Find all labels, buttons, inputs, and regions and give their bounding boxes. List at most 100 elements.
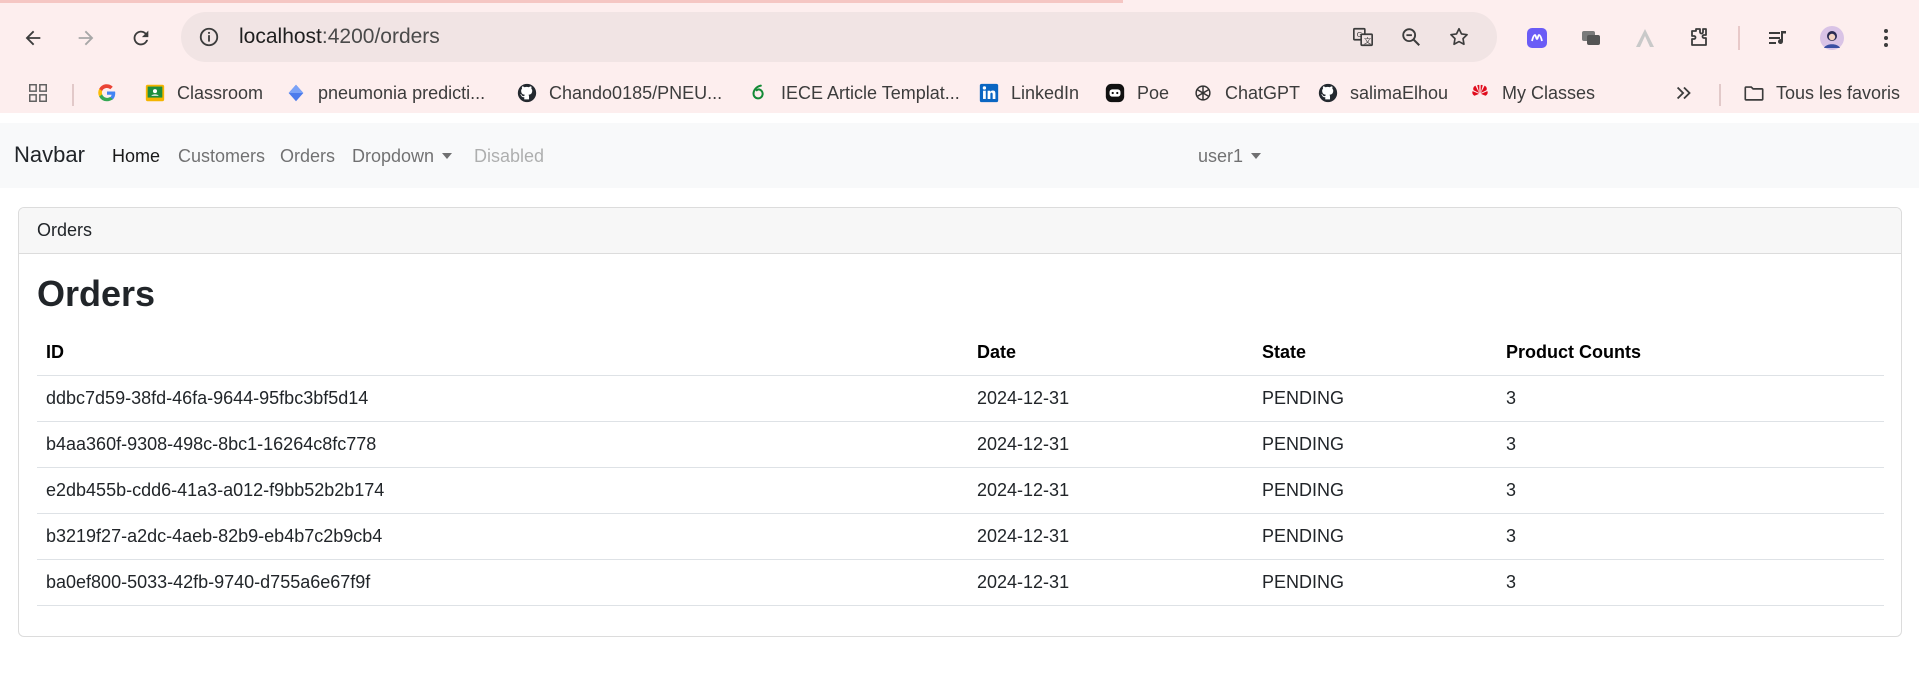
profile-button[interactable] xyxy=(1812,18,1852,58)
bookmark-pneumonia[interactable]: pneumonia predicti... xyxy=(284,77,485,109)
reload-button[interactable] xyxy=(121,18,161,58)
bookmark-label: ChatGPT xyxy=(1225,82,1301,103)
card-header: Orders xyxy=(19,208,1901,254)
address-bar[interactable]: localhost:4200/orders G 文 xyxy=(181,12,1497,62)
svg-text:G: G xyxy=(1357,30,1363,39)
all-bookmarks-label: Tous les favoris xyxy=(1776,82,1901,103)
bookmarks-divider xyxy=(1719,84,1721,106)
order-product-count: 3 xyxy=(1497,467,1884,515)
nav-link-home[interactable]: Home xyxy=(112,146,160,167)
order-date: 2024-12-31 xyxy=(968,513,1253,561)
user-name: user1 xyxy=(1198,146,1244,166)
diamond-icon xyxy=(284,81,308,105)
bookmark-label: salimaElhou xyxy=(1350,82,1449,103)
bookmark-google[interactable] xyxy=(95,77,129,109)
huawei-icon xyxy=(1468,81,1492,105)
nav-dropdown[interactable]: Dropdown xyxy=(352,146,453,167)
monica-icon xyxy=(1527,28,1547,48)
nav-link-customers[interactable]: Customers xyxy=(178,146,265,167)
github-icon xyxy=(515,81,539,105)
order-product-count: 3 xyxy=(1497,375,1884,423)
linkedin-icon xyxy=(977,81,1001,105)
bookmark-poe[interactable]: Poe xyxy=(1103,77,1169,109)
bookmark-salima[interactable]: salimaElhou xyxy=(1316,77,1448,109)
classroom-icon xyxy=(143,81,167,105)
extensions-button[interactable] xyxy=(1679,18,1719,58)
bookmarks-divider xyxy=(72,84,74,106)
info-icon xyxy=(199,27,219,47)
zoom-button[interactable] xyxy=(1391,17,1431,57)
navbar-brand[interactable]: Navbar xyxy=(14,142,85,168)
bookmark-chando[interactable]: Chando0185/PNEU... xyxy=(515,77,722,109)
translate-icon: G 文 xyxy=(1353,27,1373,47)
menu-button[interactable] xyxy=(1866,18,1906,58)
chatgpt-icon xyxy=(1191,81,1215,105)
table-row: b4aa360f-9308-498c-8bc1-16264c8fc778 202… xyxy=(37,421,1884,469)
bookmark-label: IECE Article Templat... xyxy=(781,82,960,103)
bookmark-classroom[interactable]: Classroom xyxy=(143,77,263,109)
order-id: b4aa360f-9308-498c-8bc1-16264c8fc778 xyxy=(37,421,968,469)
forward-button[interactable] xyxy=(66,18,106,58)
extension-grammar-button[interactable] xyxy=(1625,18,1665,58)
apps-button[interactable] xyxy=(26,77,60,109)
more-vert-icon xyxy=(1884,29,1888,47)
orders-card: Orders Orders ID Date State Product Coun… xyxy=(18,207,1902,637)
arrow-right-icon xyxy=(78,30,94,46)
triangle-logo-icon xyxy=(1636,29,1654,47)
order-date: 2024-12-31 xyxy=(968,559,1253,607)
star-icon xyxy=(1450,27,1468,46)
order-id: b3219f27-a2dc-4aeb-82b9-eb4b7c2b9cb4 xyxy=(37,513,968,561)
bookmark-iece[interactable]: IECE Article Templat... xyxy=(747,77,960,109)
app-navbar: Navbar Home Customers Orders Dropdown Di… xyxy=(0,123,1919,188)
extension-chat-button[interactable] xyxy=(1571,18,1611,58)
apps-grid-icon xyxy=(26,81,50,105)
order-id: ddbc7d59-38fd-46fa-9644-95fbc3bf5d14 xyxy=(37,375,968,423)
order-date: 2024-12-31 xyxy=(968,467,1253,515)
column-header-product-counts: Product Counts xyxy=(1497,327,1884,377)
playlist-icon xyxy=(1769,31,1786,45)
user-dropdown[interactable]: user1 xyxy=(1198,146,1262,167)
site-info-button[interactable] xyxy=(187,15,231,59)
url-host: localhost xyxy=(239,25,322,48)
github-icon xyxy=(1316,81,1340,105)
arrow-left-icon xyxy=(25,30,41,46)
order-state: PENDING xyxy=(1253,375,1497,423)
all-bookmarks-button[interactable]: Tous les favoris xyxy=(1742,77,1900,109)
order-date: 2024-12-31 xyxy=(968,421,1253,469)
translate-button[interactable]: G 文 xyxy=(1343,17,1383,57)
bookmark-label: pneumonia predicti... xyxy=(318,82,486,103)
bookmarks-overflow-button[interactable] xyxy=(1672,77,1706,109)
table-row: ba0ef800-5033-42fb-9740-d755a6e67f9f 202… xyxy=(37,559,1884,607)
bookmark-label: Chando0185/PNEU... xyxy=(549,82,723,103)
order-state: PENDING xyxy=(1253,513,1497,561)
order-state: PENDING xyxy=(1253,467,1497,515)
bookmark-star-button[interactable] xyxy=(1439,17,1479,57)
order-product-count: 3 xyxy=(1497,513,1884,561)
nav-link-disabled: Disabled xyxy=(474,146,545,166)
back-button[interactable] xyxy=(13,18,53,58)
bookmark-label: LinkedIn xyxy=(1011,82,1080,103)
reload-icon xyxy=(133,30,149,46)
poe-icon xyxy=(1103,81,1127,105)
chat-bubbles-icon xyxy=(1582,31,1600,45)
svg-text:文: 文 xyxy=(1364,36,1372,45)
url-text: localhost:4200/orders xyxy=(239,25,440,49)
order-id: ba0ef800-5033-42fb-9740-d755a6e67f9f xyxy=(37,559,968,607)
bookmark-chatgpt[interactable]: ChatGPT xyxy=(1191,77,1300,109)
bookmark-my-classes[interactable]: My Classes xyxy=(1468,77,1595,109)
caret-down-icon xyxy=(1251,153,1262,159)
url-path: :4200/orders xyxy=(321,25,440,48)
nav-link-orders[interactable]: Orders xyxy=(280,146,335,167)
order-id: e2db455b-cdd6-41a3-a012-f9bb52b2b174 xyxy=(37,467,968,515)
order-product-count: 3 xyxy=(1497,559,1884,607)
media-controls-button[interactable] xyxy=(1758,18,1798,58)
column-header-state: State xyxy=(1253,327,1497,377)
orders-table: ID Date State Product Counts ddbc7d59-38… xyxy=(37,327,1884,607)
column-header-id: ID xyxy=(37,327,968,377)
bookmark-linkedin[interactable]: LinkedIn xyxy=(977,77,1079,109)
browser-toolbar: localhost:4200/orders G 文 xyxy=(0,0,1919,73)
overleaf-icon xyxy=(747,81,771,105)
extension-monica-button[interactable] xyxy=(1517,18,1557,58)
page-title: Orders xyxy=(37,273,156,314)
table-row: e2db455b-cdd6-41a3-a012-f9bb52b2b174 202… xyxy=(37,467,1884,515)
